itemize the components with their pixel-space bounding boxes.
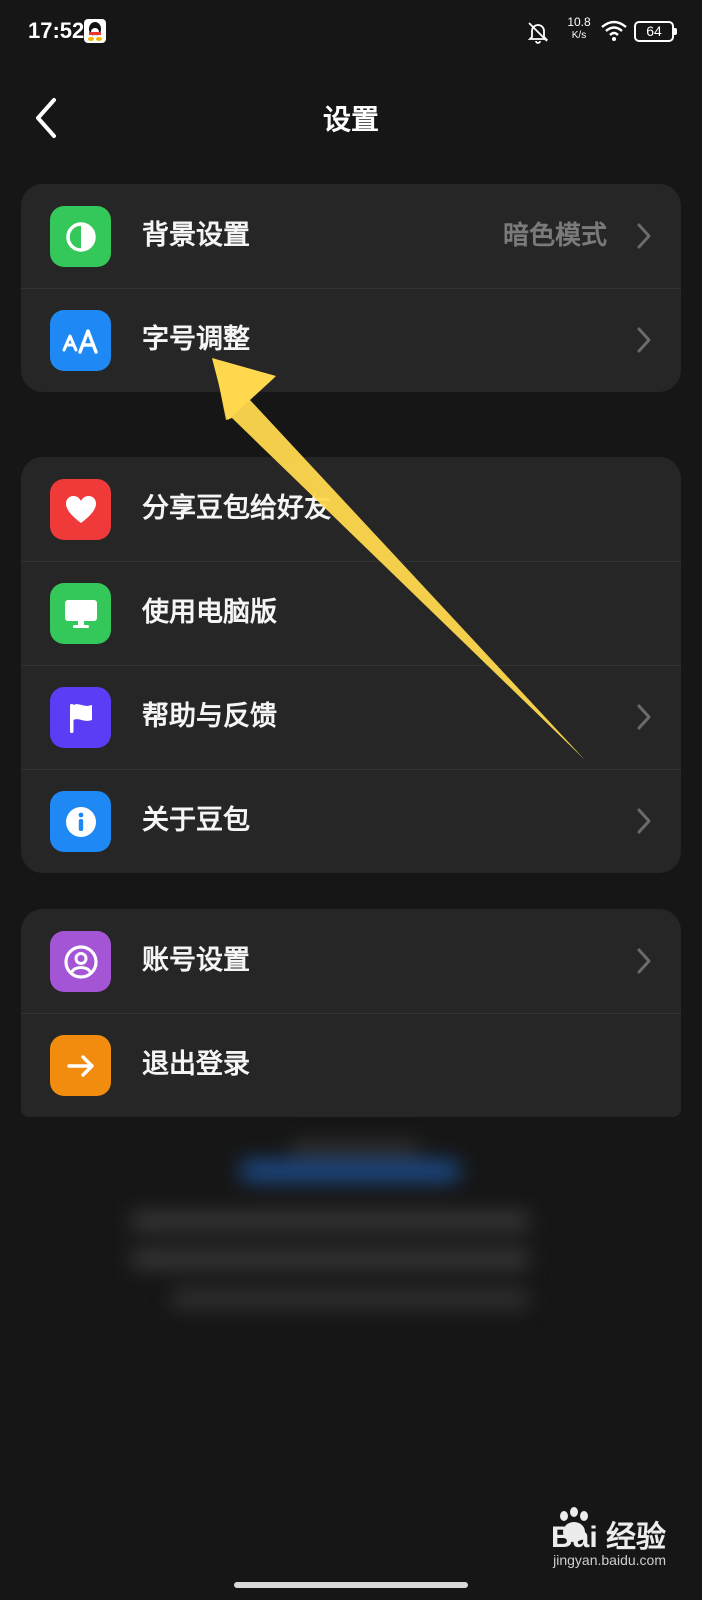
row-background-settings[interactable]: 背景设置 暗色模式 xyxy=(21,184,681,288)
row-value: 暗色模式 xyxy=(502,221,607,251)
monitor-icon xyxy=(50,583,111,644)
contrast-icon xyxy=(50,206,111,267)
battery-indicator: 64 xyxy=(634,21,677,42)
user-icon xyxy=(50,931,111,992)
chevron-right-icon xyxy=(637,327,651,353)
row-label: 关于豆包 xyxy=(142,805,250,836)
heart-icon xyxy=(50,479,111,540)
row-label: 背景设置 xyxy=(142,220,250,251)
row-label: 账号设置 xyxy=(142,945,250,976)
row-share-app[interactable]: 分享豆包给好友 xyxy=(21,457,681,561)
status-time: 17:52 xyxy=(28,18,85,43)
net-speed-unit: K/s xyxy=(571,30,587,41)
watermark-text: Bai 经验 xyxy=(550,1521,666,1554)
blurred-footer xyxy=(0,1100,702,1360)
flag-icon xyxy=(50,687,111,748)
row-help-feedback[interactable]: 帮助与反馈 xyxy=(21,665,681,769)
settings-group-general: 分享豆包给好友 使用电脑版 帮助与反馈 关于豆包 xyxy=(21,457,681,873)
watermark-url: jingyan.baidu.com xyxy=(553,1552,666,1568)
row-label: 字号调整 xyxy=(142,324,250,355)
settings-group-account: 账号设置 退出登录 xyxy=(21,909,681,1117)
row-account-settings[interactable]: 账号设置 xyxy=(21,909,681,1013)
chevron-right-icon xyxy=(637,948,651,974)
row-label: 分享豆包给好友 xyxy=(142,493,331,524)
network-speed: 10.8 K/s xyxy=(562,16,596,42)
page-title: 设置 xyxy=(322,103,379,136)
net-speed-value: 10.8 xyxy=(567,15,591,29)
bell-off-icon xyxy=(527,22,549,44)
row-desktop-version[interactable]: 使用电脑版 xyxy=(21,561,681,665)
row-label: 使用电脑版 xyxy=(142,597,277,628)
home-indicator[interactable] xyxy=(234,1582,468,1588)
wifi-icon xyxy=(601,20,627,41)
qq-icon xyxy=(84,19,106,43)
row-font-size[interactable]: 字号调整 xyxy=(21,288,681,392)
font-size-icon xyxy=(50,310,111,371)
row-about[interactable]: 关于豆包 xyxy=(21,769,681,873)
row-label: 帮助与反馈 xyxy=(142,701,277,732)
status-bar: 17:52 10.8 K/s 64 xyxy=(0,0,702,64)
chevron-right-icon xyxy=(637,808,651,834)
chevron-right-icon xyxy=(637,704,651,730)
info-icon xyxy=(50,791,111,852)
settings-group-display: 背景设置 暗色模式 字号调整 xyxy=(21,184,681,392)
arrow-right-icon xyxy=(50,1035,111,1096)
chevron-right-icon xyxy=(637,223,651,249)
